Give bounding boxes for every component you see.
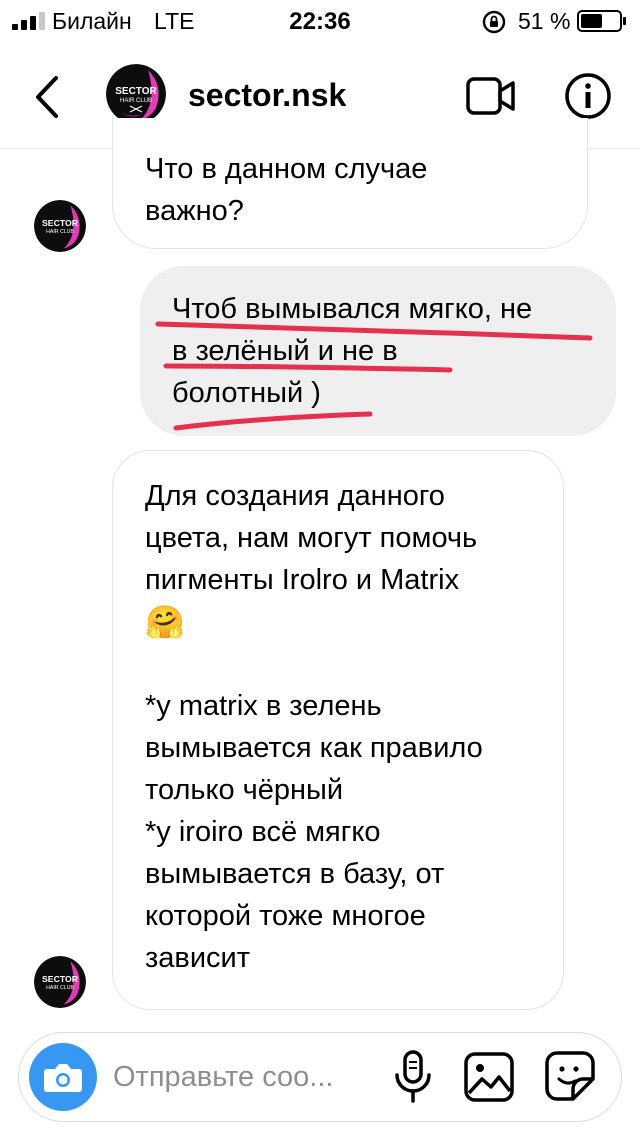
- svg-text:HAIR CLUB: HAIR CLUB: [120, 98, 152, 104]
- message-bubble[interactable]: Что в данном случае важно?: [112, 118, 588, 249]
- message-content: Для создания данного цвета, нам могут по…: [145, 475, 545, 979]
- svg-text:SECTOR: SECTOR: [42, 218, 79, 228]
- sticker-icon: [545, 1051, 595, 1101]
- highlight-underlines: [155, 321, 593, 431]
- rotation-lock-icon: [482, 10, 506, 34]
- gallery-icon: [464, 1052, 514, 1102]
- battery-icon: [577, 10, 626, 32]
- message-input[interactable]: [113, 1055, 373, 1099]
- info-button[interactable]: [564, 72, 612, 120]
- svg-text:SECTOR: SECTOR: [115, 86, 157, 97]
- hugging-face-emoji: 🤗: [145, 604, 185, 640]
- sector-hair-club-logo: SECTOR HAIR CLUB: [106, 64, 166, 124]
- message-text: Для создания данного цвета, нам могут по…: [145, 480, 478, 596]
- camera-button[interactable]: [29, 1043, 97, 1111]
- gallery-button[interactable]: [463, 1051, 515, 1103]
- message-bubble[interactable]: Для создания данного цвета, нам могут по…: [112, 450, 564, 1010]
- svg-text:HAIR CLUB: HAIR CLUB: [46, 229, 74, 235]
- avatar[interactable]: SECTOR HAIR CLUB: [34, 200, 86, 252]
- message-composer: [18, 1032, 622, 1122]
- svg-text:HAIR CLUB: HAIR CLUB: [46, 985, 74, 991]
- voice-message-button[interactable]: [391, 1049, 435, 1105]
- message-text: *у matrix в зелень вымывается как правил…: [145, 690, 483, 974]
- battery-percentage: 51 %: [518, 8, 571, 34]
- sticker-button[interactable]: [543, 1049, 597, 1103]
- sector-hair-club-logo: SECTOR HAIR CLUB: [34, 200, 86, 252]
- svg-text:SECTOR: SECTOR: [42, 974, 79, 984]
- video-camera-icon: [466, 77, 515, 115]
- avatar[interactable]: SECTOR HAIR CLUB: [106, 64, 166, 124]
- message-bubble[interactable]: Чтоб вымывался мягко, не в зелёный и не …: [140, 266, 616, 436]
- back-button[interactable]: [28, 74, 68, 120]
- page-title[interactable]: sector.nsk: [188, 77, 346, 114]
- info-icon: [565, 73, 611, 119]
- video-call-button[interactable]: [466, 74, 516, 118]
- microphone-icon: [395, 1050, 431, 1103]
- camera-icon: [44, 1064, 82, 1092]
- sector-hair-club-logo: SECTOR HAIR CLUB: [34, 956, 86, 1008]
- status-bar: Билайн LTE 22:36 51 %: [0, 0, 640, 40]
- message-text: Что в данном случае важно?: [145, 153, 428, 227]
- avatar[interactable]: SECTOR HAIR CLUB: [34, 956, 86, 1008]
- chevron-left-icon: [36, 76, 58, 118]
